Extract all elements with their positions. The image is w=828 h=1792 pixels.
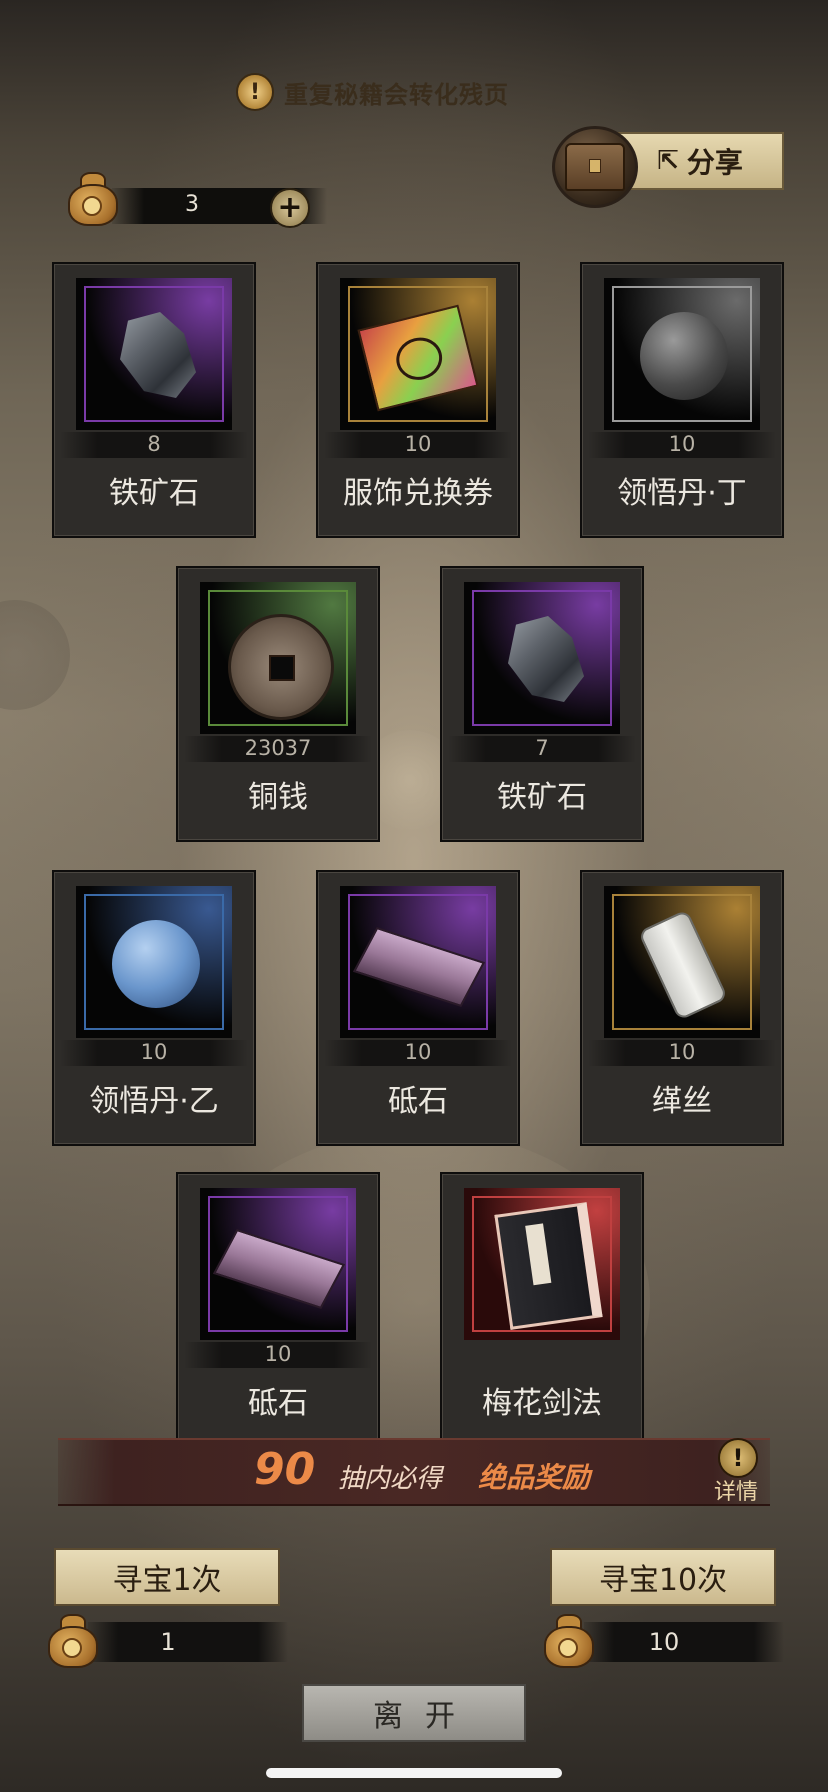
item-name: 领悟丹·乙 (89, 1084, 219, 1119)
guarantee-banner: 90 抽内必得 绝品奖励 ! 详情 (58, 1438, 770, 1506)
grey-pill-icon (640, 312, 728, 400)
guarantee-reward: 绝品奖励 (478, 1461, 591, 1494)
background-coin-left (0, 600, 70, 710)
details-label: 详情 (713, 1480, 758, 1505)
item-name: 领悟丹·丁 (617, 476, 747, 511)
item-quantity: 7 (535, 736, 549, 760)
item-card[interactable]: 10 砥石 (176, 1172, 380, 1448)
add-currency-button[interactable]: + (270, 188, 310, 228)
item-name: 铜钱 (248, 780, 308, 815)
item-card[interactable]: 23037 铜钱 (176, 566, 380, 842)
currency-counter: 3 + (62, 170, 332, 228)
draw-ten-label: 寻宝10次 (598, 1563, 728, 1598)
item-name: 铁矿石 (497, 780, 587, 815)
leave-button[interactable]: 离开 (302, 1684, 526, 1742)
details-button[interactable]: ! 详情 (708, 1438, 764, 1505)
blue-pill-icon (112, 920, 200, 1008)
duplicate-notice: ! 重复秘籍会转化残页 (236, 73, 509, 111)
notice-text: 重复秘籍会转化残页 (284, 80, 509, 109)
item-card[interactable]: 梅花剑法 (440, 1172, 644, 1448)
warning-icon: ! (236, 73, 274, 111)
leave-label: 离开 (373, 1699, 477, 1734)
draw-once-cost-value: 1 (160, 1628, 176, 1656)
guarantee-count: 90 (254, 1444, 316, 1495)
manual-book-icon (494, 1202, 603, 1330)
item-quantity: 10 (668, 432, 696, 456)
draw-once-cost: 1 (44, 1610, 294, 1668)
item-name: 砥石 (388, 1084, 448, 1119)
draw-ten-cost-value: 10 (648, 1628, 680, 1656)
item-card[interactable]: 8 铁矿石 (52, 262, 256, 538)
share-icon: ⇱ (657, 146, 679, 176)
home-indicator[interactable] (266, 1768, 562, 1778)
draw-once-button[interactable]: 寻宝1次 (54, 1548, 280, 1606)
item-quantity: 10 (264, 1342, 292, 1366)
item-name: 铁矿石 (109, 476, 199, 511)
item-card[interactable]: 10 缂丝 (580, 870, 784, 1146)
item-card[interactable]: 10 领悟丹·丁 (580, 262, 784, 538)
item-quantity: 10 (140, 1040, 168, 1064)
currency-amount: 3 (185, 192, 199, 217)
item-card[interactable]: 10 服饰兑换券 (316, 262, 520, 538)
draw-ten-button[interactable]: 寻宝10次 (550, 1548, 776, 1606)
item-name: 砥石 (248, 1386, 308, 1421)
money-bag-icon (66, 170, 118, 226)
item-name: 缂丝 (652, 1084, 712, 1119)
item-quantity: 8 (147, 432, 161, 456)
item-quantity: 10 (668, 1040, 696, 1064)
item-quantity: 10 (404, 432, 432, 456)
item-name: 服饰兑换券 (343, 476, 493, 511)
item-name: 梅花剑法 (482, 1386, 602, 1421)
copper-coin-icon (228, 614, 334, 720)
item-card[interactable]: 7 铁矿石 (440, 566, 644, 842)
share-button[interactable]: ⇱ 分享 (616, 132, 784, 190)
item-card[interactable]: 10 砥石 (316, 870, 520, 1146)
item-card[interactable]: 10 领悟丹·乙 (52, 870, 256, 1146)
draw-once-label: 寻宝1次 (112, 1563, 222, 1598)
item-quantity: 23037 (244, 736, 312, 760)
share-label: 分享 (686, 146, 743, 179)
guarantee-text: 抽内必得 (338, 1464, 443, 1494)
chest-icon[interactable] (552, 126, 638, 208)
item-quantity: 10 (404, 1040, 432, 1064)
draw-ten-cost: 10 (540, 1610, 790, 1668)
info-icon: ! (718, 1438, 758, 1478)
